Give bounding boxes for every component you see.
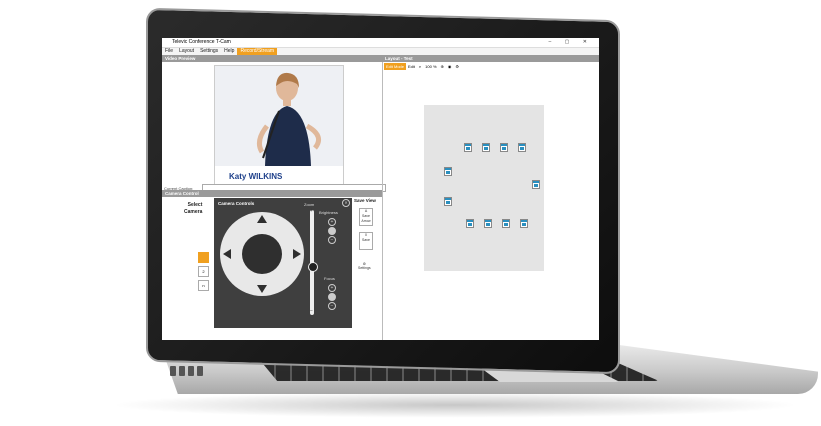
save-view-label: Save: [362, 238, 370, 242]
save-view-button-0[interactable]: 0 Save: [359, 232, 373, 250]
seat-icon[interactable]: [444, 167, 452, 176]
home-button[interactable]: [278, 270, 290, 282]
gear-icon[interactable]: ⚙: [453, 63, 461, 70]
seat-icon[interactable]: [532, 180, 540, 189]
camera-button-1[interactable]: [198, 252, 209, 263]
camera-control-header: Camera Control: [162, 190, 382, 197]
zoom-level[interactable]: 100 %: [423, 63, 438, 70]
view-icon[interactable]: ◉: [446, 63, 454, 70]
seat-icon[interactable]: [484, 219, 492, 228]
arrow-up-icon[interactable]: [257, 215, 267, 223]
focus-plus-icon[interactable]: +: [328, 284, 336, 292]
video-preview-panel: Video Preview: [162, 55, 382, 62]
camera-controls-title: Camera Controls: [218, 201, 255, 206]
save-view-label: Save Arrow: [361, 214, 371, 223]
brightness-label: Brightness: [319, 210, 338, 215]
edit-mode-button[interactable]: Edit Mode: [384, 63, 407, 70]
select-camera-label: Select Camera: [184, 202, 203, 215]
seat-icon[interactable]: [482, 143, 490, 152]
edit-button[interactable]: Edit: [406, 63, 417, 70]
focus-auto-icon[interactable]: [328, 293, 336, 301]
brightness-plus-icon[interactable]: +: [328, 218, 336, 226]
zoom-slider-handle[interactable]: [308, 262, 318, 272]
save-view-button-a[interactable]: A Save Arrow: [359, 208, 373, 226]
pan-tilt-ring[interactable]: [220, 212, 304, 296]
save-view-title: Save View: [354, 198, 376, 203]
focus-label: Focus: [324, 276, 335, 281]
settings-label: Settings: [358, 266, 371, 270]
seat-icon[interactable]: [500, 143, 508, 152]
laptop-ports: [170, 363, 214, 379]
speaker-image: Katy WILKINS: [215, 66, 343, 186]
menu-settings[interactable]: Settings: [197, 48, 221, 55]
brightness-reset-icon[interactable]: [328, 227, 336, 235]
menu-help[interactable]: Help: [221, 48, 237, 55]
video-frame: Katy WILKINS: [214, 65, 344, 187]
laptop-screen: Televic Conference T-Cam – ▢ ✕ File Layou…: [162, 38, 599, 340]
camera-button-2[interactable]: 2: [198, 266, 209, 277]
menu-file[interactable]: File: [162, 48, 176, 55]
seat-icon[interactable]: [502, 219, 510, 228]
panel-divider: [382, 55, 383, 340]
zoom-in-icon[interactable]: ⊕: [439, 63, 446, 70]
close-icon[interactable]: ✕: [342, 199, 350, 207]
layout-canvas[interactable]: [424, 105, 544, 271]
video-preview-header: Video Preview: [162, 55, 382, 62]
brightness-minus-icon[interactable]: −: [328, 236, 336, 244]
menu-record-stream[interactable]: Record/Stream: [237, 48, 278, 55]
window-titlebar: Televic Conference T-Cam – ▢ ✕: [162, 38, 599, 48]
zoom-plus-icon[interactable]: +: [310, 208, 313, 214]
camera-button-3[interactable]: n: [198, 280, 209, 291]
settings-button[interactable]: ⚙ Settings: [358, 262, 371, 270]
seat-icon[interactable]: [466, 219, 474, 228]
focus-minus-icon[interactable]: −: [328, 302, 336, 310]
seat-icon[interactable]: [518, 143, 526, 152]
menu-bar: File Layout Settings Help Record/Stream: [162, 48, 599, 55]
pan-tilt-inner[interactable]: [242, 234, 290, 282]
layout-header: Layout - Test: [382, 55, 599, 62]
laptop-shadow: [110, 392, 800, 418]
arrow-right-icon[interactable]: [293, 249, 301, 259]
menu-layout[interactable]: Layout: [176, 48, 197, 55]
window-title: Televic Conference T-Cam: [172, 39, 231, 45]
zoom-label: Zoom: [304, 202, 315, 207]
window-controls[interactable]: – ▢ ✕: [549, 38, 593, 47]
seat-icon[interactable]: [464, 143, 472, 152]
seat-icon[interactable]: [444, 197, 452, 206]
speaker-name: Katy WILKINS: [229, 172, 283, 181]
camera-control-panel: Camera Control: [162, 190, 382, 197]
arrow-left-icon[interactable]: [223, 249, 231, 259]
arrow-down-icon[interactable]: [257, 285, 267, 293]
layout-panel: Layout - Test: [382, 55, 599, 62]
seat-icon[interactable]: [520, 219, 528, 228]
camera-controls-panel: Camera Controls ✕ Zoom + − Brightness + …: [214, 198, 352, 328]
zoom-minus-icon[interactable]: −: [310, 308, 313, 314]
layout-toolbar: Edit Mode Edit ⌕ 100 % ⊕ ◉ ⚙: [384, 63, 461, 70]
